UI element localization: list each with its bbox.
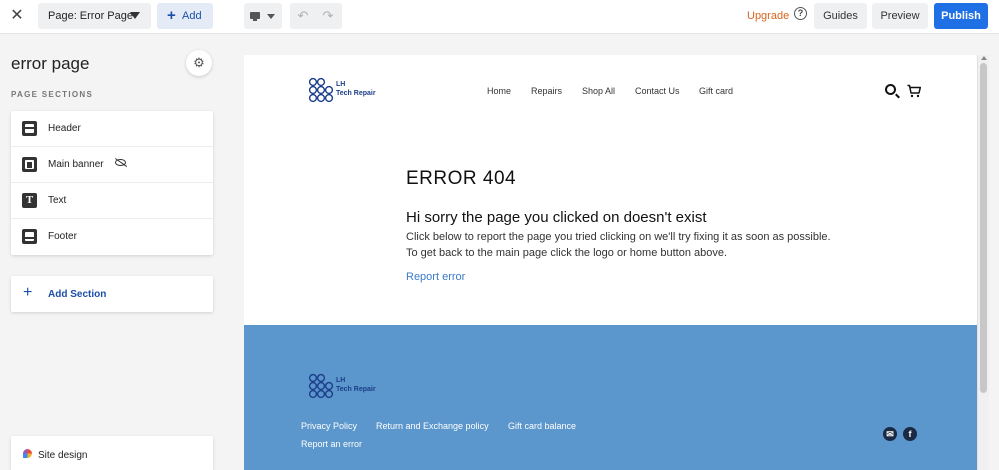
- footer-link-return-policy[interactable]: Return and Exchange policy: [376, 421, 489, 431]
- logo-text-line2: Tech Repair: [336, 386, 376, 393]
- section-item-main-banner[interactable]: Main banner: [11, 147, 213, 183]
- logo-text-line1: LH: [336, 377, 346, 384]
- plus-icon: +: [23, 284, 33, 301]
- header-section-icon: [22, 121, 37, 136]
- help-icon[interactable]: ?: [794, 7, 807, 20]
- top-toolbar: ✕ Page: Error Page + Add ↶ ↷ Upgrade ? G…: [0, 0, 999, 34]
- email-icon[interactable]: ✉: [883, 427, 897, 441]
- page-sections-caption: PAGE SECTIONS: [11, 90, 94, 99]
- palette-icon: [23, 449, 32, 458]
- nav-link-shop-all[interactable]: Shop All: [582, 86, 615, 96]
- nav-link-contact-us[interactable]: Contact Us: [635, 86, 680, 96]
- nav-link-home[interactable]: Home: [487, 86, 511, 96]
- section-item-label: Footer: [48, 231, 77, 242]
- scrollbar-thumb[interactable]: [980, 63, 987, 393]
- hidden-eye-slash-icon[interactable]: [115, 159, 126, 166]
- publish-button[interactable]: Publish: [934, 3, 988, 29]
- error-text-line2: To get back to the main page click the l…: [406, 247, 728, 259]
- site-design-label: Site design: [38, 450, 88, 461]
- section-item-label: Header: [48, 123, 81, 134]
- footer-logo[interactable]: LH Tech Repair: [308, 373, 388, 399]
- nav-link-gift-card[interactable]: Gift card: [699, 86, 733, 96]
- logo-rings-icon: [308, 77, 334, 103]
- page-sections-list: Header Main banner Text Footer: [11, 111, 213, 255]
- device-view-dropdown[interactable]: [244, 3, 282, 29]
- footer-link-gift-card-balance[interactable]: Gift card balance: [508, 421, 576, 431]
- upgrade-link[interactable]: Upgrade: [747, 10, 789, 22]
- logo-text-line2: Tech Repair: [336, 90, 376, 97]
- search-icon[interactable]: [885, 84, 896, 95]
- error-text-line1: Click below to report the page you tried…: [406, 231, 831, 243]
- site-footer: LH Tech Repair Privacy Policy Return and…: [244, 325, 977, 470]
- redo-icon[interactable]: ↷: [320, 8, 336, 24]
- logo-rings-icon: [308, 373, 334, 399]
- report-error-link[interactable]: Report error: [406, 271, 465, 283]
- footer-section-icon: [22, 229, 37, 244]
- cart-icon[interactable]: [907, 84, 921, 98]
- caret-down-icon: [267, 14, 275, 19]
- site-design-button[interactable]: Site design: [11, 436, 213, 470]
- footer-link-report-error[interactable]: Report an error: [301, 439, 362, 449]
- section-item-label: Main banner: [48, 159, 104, 170]
- page-title: error page: [11, 54, 90, 73]
- desktop-icon: [250, 12, 260, 21]
- error-heading: Hi sorry the page you clicked on doesn't…: [406, 209, 707, 226]
- preview-button[interactable]: Preview: [872, 3, 928, 29]
- caret-down-icon: [130, 12, 140, 19]
- scroll-up-icon[interactable]: [981, 56, 987, 60]
- section-item-header[interactable]: Header: [11, 111, 213, 147]
- section-item-footer[interactable]: Footer: [11, 219, 213, 255]
- page-preview-canvas: LH Tech Repair Home Repairs Shop All Con…: [244, 55, 977, 470]
- nav-link-repairs[interactable]: Repairs: [531, 86, 562, 96]
- add-section-label: Add Section: [48, 289, 107, 300]
- plus-icon: +: [167, 7, 176, 24]
- site-logo[interactable]: LH Tech Repair: [308, 77, 388, 103]
- banner-section-icon: [22, 157, 37, 172]
- add-button[interactable]: + Add: [157, 3, 213, 29]
- facebook-icon[interactable]: f: [903, 427, 917, 441]
- page-selector-label: Page: Error Page: [48, 10, 133, 22]
- footer-link-privacy-policy[interactable]: Privacy Policy: [301, 421, 357, 431]
- text-section-icon: [22, 193, 37, 208]
- canvas-scrollbar[interactable]: [977, 55, 989, 470]
- add-section-button[interactable]: + Add Section: [11, 276, 213, 312]
- error-title: ERROR 404: [406, 168, 517, 189]
- close-icon[interactable]: ✕: [9, 8, 25, 24]
- logo-text-line1: LH: [336, 81, 346, 88]
- history-controls: ↶ ↷: [290, 3, 342, 29]
- add-button-label: Add: [182, 10, 202, 22]
- section-item-label: Text: [48, 195, 67, 206]
- section-item-text[interactable]: Text: [11, 183, 213, 219]
- page-selector-dropdown[interactable]: Page: Error Page: [38, 3, 151, 29]
- undo-icon[interactable]: ↶: [295, 8, 311, 24]
- guides-button[interactable]: Guides: [814, 3, 867, 29]
- page-settings-gear-icon[interactable]: ⚙: [186, 50, 212, 76]
